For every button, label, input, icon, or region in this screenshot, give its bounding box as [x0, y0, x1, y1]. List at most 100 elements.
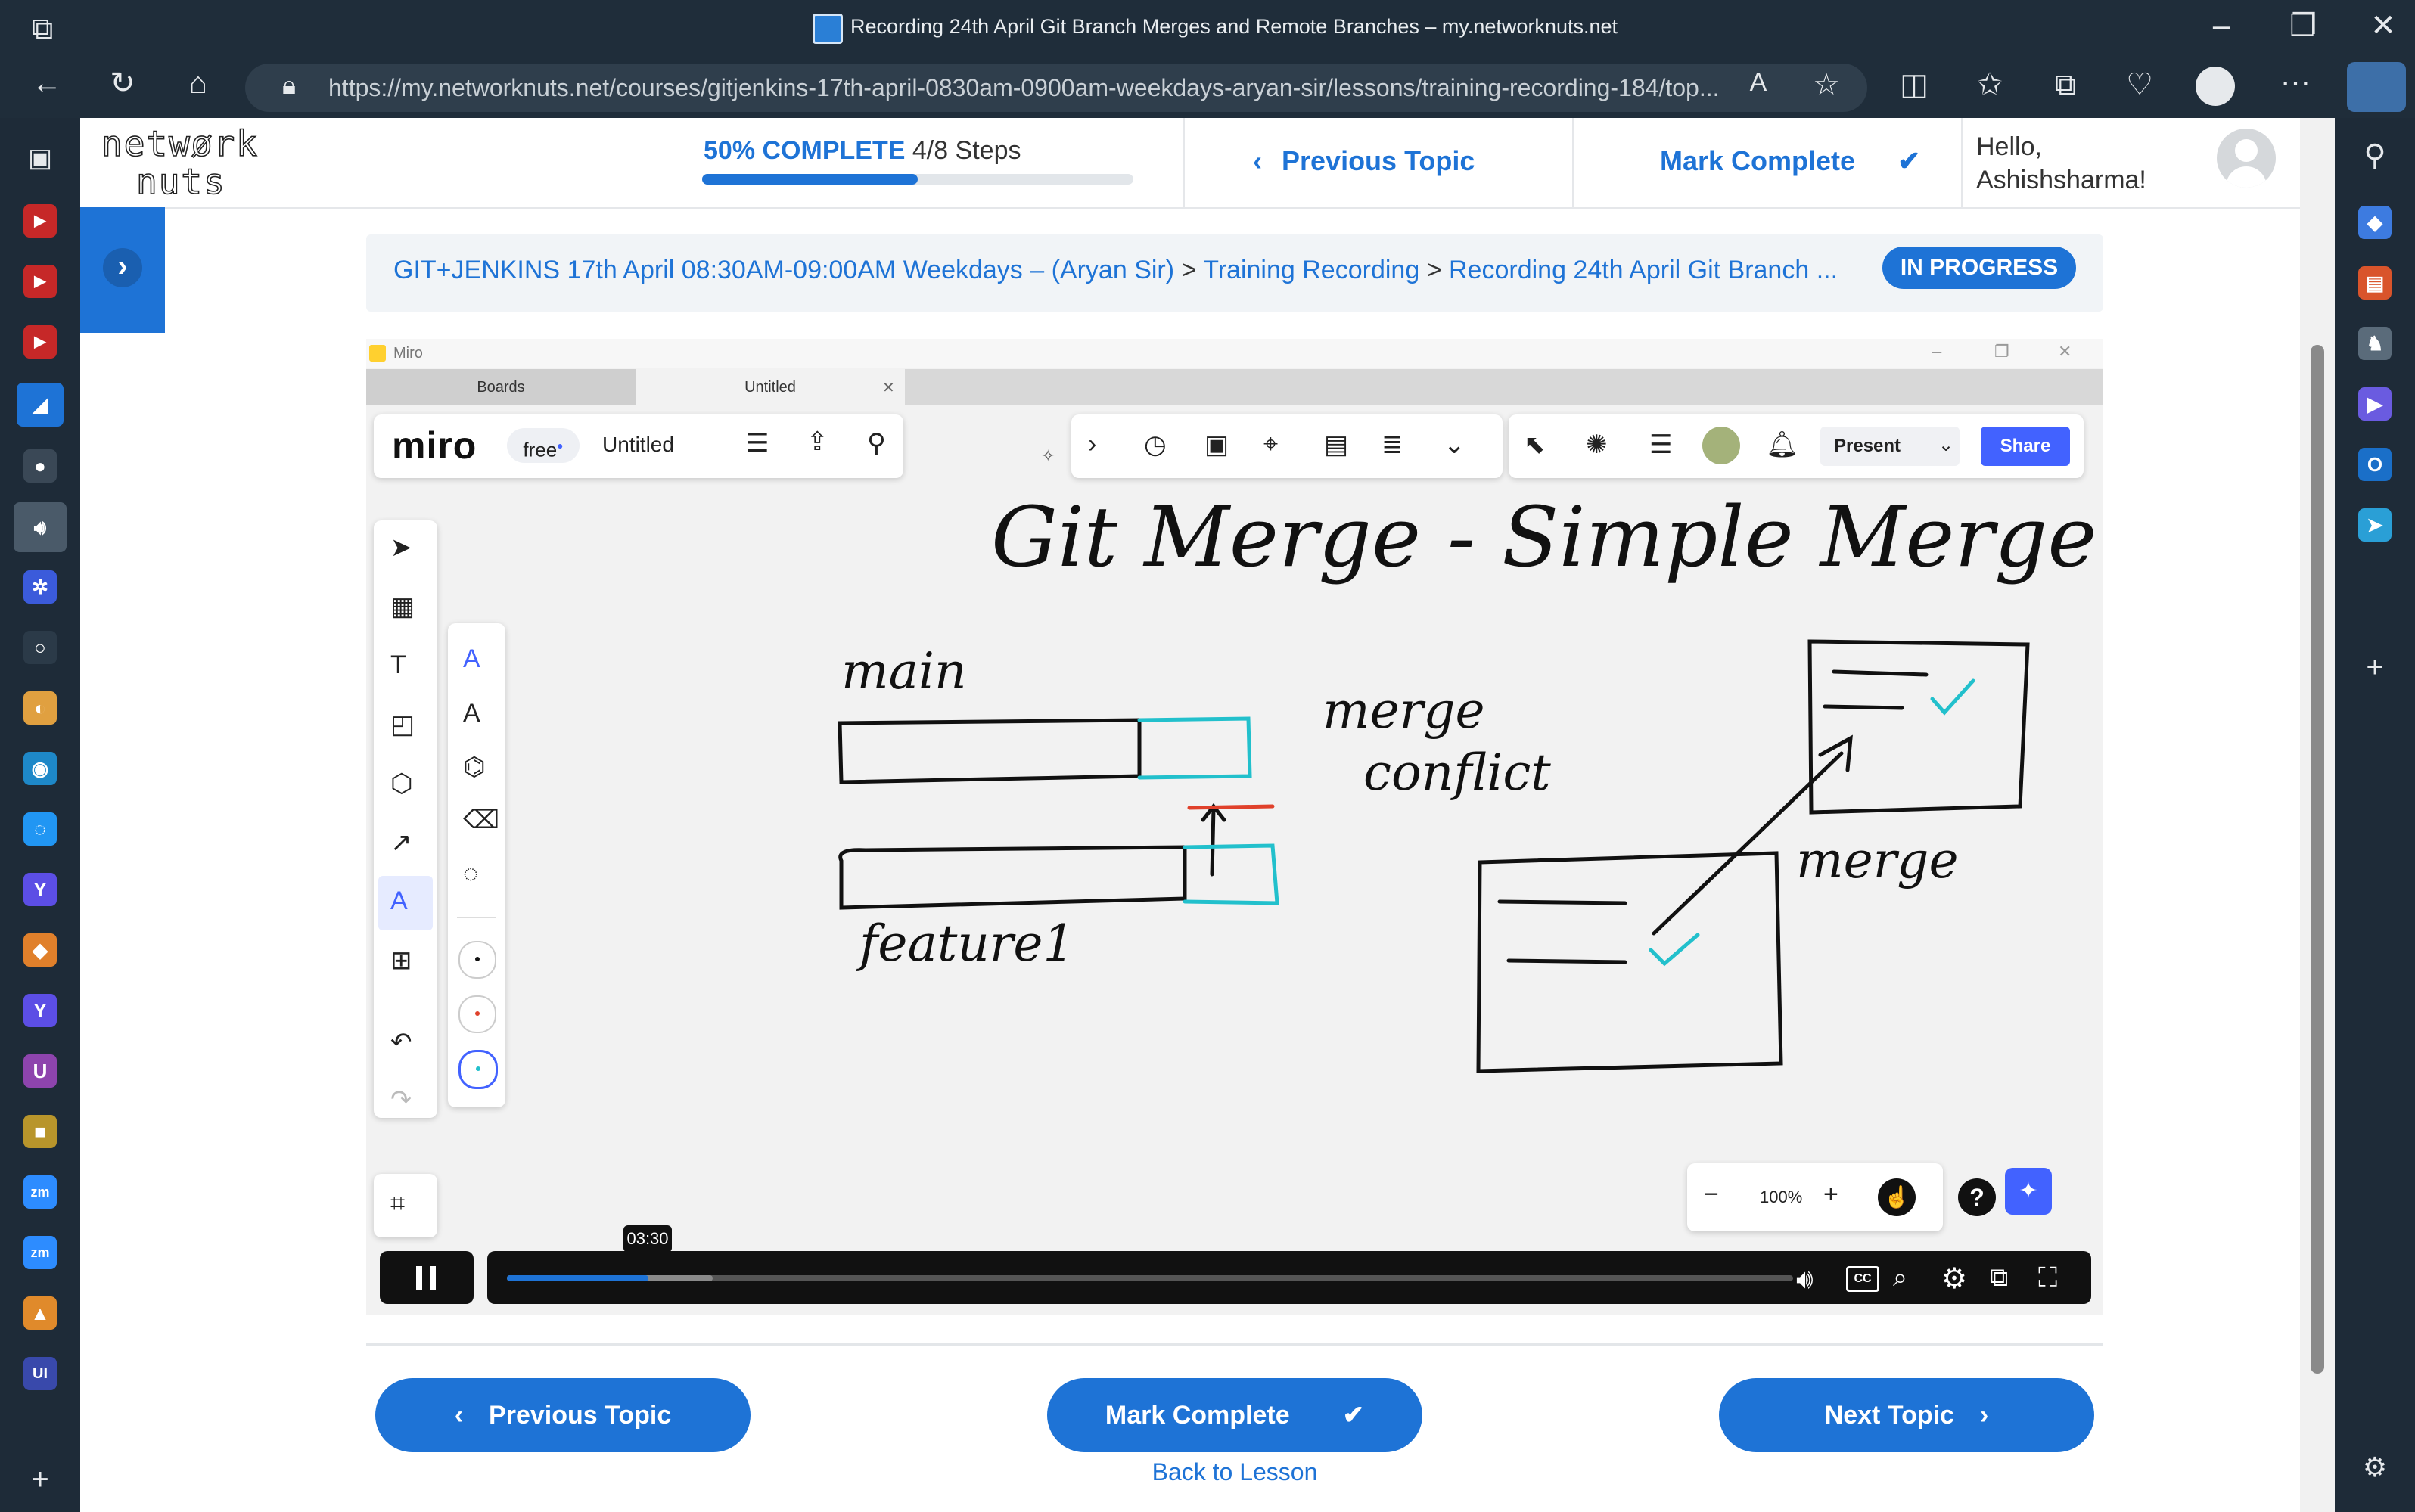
youtube-tab-icon[interactable]: ▶ — [23, 265, 57, 298]
zoom-tab-icon[interactable]: zm — [23, 1175, 57, 1209]
refresh-icon[interactable]: ↻ — [101, 68, 144, 98]
video-seek-bar[interactable] — [507, 1275, 1793, 1281]
volume-icon[interactable]: 🔊︎ — [1796, 1263, 1814, 1296]
outlook-icon[interactable]: O — [2358, 448, 2392, 481]
svg-text:nuts: nuts — [136, 161, 226, 200]
seek-bar-played — [507, 1275, 648, 1281]
footer-mark-complete-button[interactable]: Mark Complete ✔ — [1047, 1378, 1422, 1452]
lesson-video-player[interactable]: Miro – ❐ ✕ Boards Untitled ✕ miro free● … — [366, 339, 2103, 1315]
kubernetes-tab-icon[interactable]: ✲ — [23, 570, 57, 604]
user-greeting: Hello, Ashishsharma! — [1976, 130, 2146, 197]
copilot-icon[interactable] — [2347, 62, 2406, 112]
header-mark-complete-button[interactable]: Mark Complete ✔ — [1660, 145, 1920, 177]
breadcrumb-trail: GIT+JENKINS 17th April 08:30AM-09:00AM W… — [393, 256, 1838, 285]
youtube-tab-icon[interactable]: ▶ — [23, 204, 57, 238]
content-divider — [366, 1343, 2103, 1346]
zoom-tab-icon[interactable]: zm — [23, 1236, 57, 1269]
footer-next-topic-label: Next Topic — [1824, 1401, 1954, 1430]
tab-icon[interactable]: U — [23, 1054, 57, 1088]
games-icon[interactable]: ♞ — [2358, 327, 2392, 360]
settings-icon[interactable]: ⚙ — [1941, 1262, 1967, 1296]
help-icon: ? — [1958, 1178, 1996, 1216]
feature-branch-label: feature1 — [856, 914, 1074, 973]
audio-tab-icon[interactable]: 🔊︎ — [14, 502, 67, 552]
github-tab-icon[interactable]: ● — [23, 449, 57, 483]
restore-window-icon[interactable]: ❐ — [2282, 11, 2324, 41]
breadcrumb-separator: > — [1426, 256, 1442, 284]
breadcrumb-course-link[interactable]: GIT+JENKINS 17th April 08:30AM-09:00AM W… — [393, 256, 1174, 284]
footer-previous-topic-label: Previous Topic — [489, 1401, 672, 1430]
user-avatar[interactable] — [2217, 129, 2276, 188]
back-to-lesson-link[interactable]: Back to Lesson — [1047, 1458, 1422, 1486]
transcript-icon[interactable]: ⌕ — [1893, 1263, 1907, 1293]
frames-icon: ⌗ — [390, 1189, 406, 1218]
shopping-icon[interactable]: ◆ — [2358, 206, 2392, 239]
checkmark-icon: ✔ — [1342, 1401, 1365, 1430]
tab-icon[interactable]: ○ — [23, 631, 57, 664]
tab-panel-icon[interactable]: ▣ — [19, 145, 61, 171]
arrow-shaft — [1210, 806, 1216, 877]
tab-icon[interactable]: ■ — [23, 1115, 57, 1148]
favorites-icon[interactable]: ✩ — [1969, 70, 2011, 100]
minimize-window-icon[interactable]: – — [2200, 11, 2242, 41]
profile-avatar[interactable] — [2196, 67, 2235, 106]
tab-icon[interactable]: ◐ — [23, 691, 57, 725]
browser-essentials-icon[interactable]: ♡ — [2118, 70, 2161, 100]
breadcrumb-topic-link[interactable]: Recording 24th April Git Branch ... — [1449, 256, 1838, 284]
merge-conflict-label-2: conflict — [1363, 744, 1551, 802]
board-title-text: Git Merge - Simple Merge — [991, 489, 2096, 585]
captions-icon[interactable]: CC — [1846, 1266, 1879, 1292]
add-sidebar-app-icon[interactable]: + — [2354, 652, 2396, 682]
fullscreen-icon[interactable]: ⛶ — [2038, 1262, 2057, 1294]
lock-icon[interactable]: 🔒︎ — [268, 73, 310, 98]
copilot-sidebar-icon[interactable]: ▶ — [2358, 387, 2392, 421]
url-text[interactable]: https://my.networknuts.net/courses/gitje… — [328, 74, 1720, 102]
footer-previous-topic-button[interactable]: ‹ Previous Topic — [375, 1378, 751, 1452]
settings-gear-icon[interactable]: ⚙ — [2354, 1454, 2396, 1481]
tab-icon[interactable]: ◆ — [23, 933, 57, 967]
feature-checkmark — [1649, 933, 1700, 967]
telegram-icon[interactable]: ➤ — [2358, 508, 2392, 542]
scrollbar-thumb[interactable] — [2311, 345, 2324, 1374]
terraform-tab-icon[interactable]: Y — [23, 873, 57, 906]
frames-panel: ⌗ — [374, 1174, 437, 1237]
tab-icon[interactable]: ▲ — [23, 1296, 57, 1330]
feature-new-commit-segment — [1183, 843, 1279, 905]
search-icon[interactable]: ⚲ — [2354, 141, 2396, 171]
active-tab-icon[interactable]: ◢ — [17, 383, 64, 427]
favorite-star-icon[interactable]: ☆ — [1805, 70, 1848, 100]
tab-icon[interactable]: ◌ — [23, 812, 57, 846]
progress-steps: 4/8 Steps — [912, 136, 1021, 165]
home-icon[interactable]: ⌂ — [177, 68, 219, 98]
page-scrollbar[interactable] — [2300, 118, 2335, 1512]
tools-icon[interactable]: ▤ — [2358, 266, 2392, 300]
tab-icon[interactable]: UI — [23, 1357, 57, 1390]
back-icon[interactable]: ← — [26, 68, 68, 98]
breadcrumb-separator: > — [1181, 256, 1197, 284]
vertical-tabs-sidebar: ▣ ▶ ▶ ▶ ◢ ● 🔊︎ ✲ ○ ◐ ◉ ◌ Y ◆ Y U ■ zm zm… — [0, 118, 80, 1512]
read-aloud-icon[interactable]: A — [1737, 70, 1779, 95]
tab-title[interactable]: Recording 24th April Git Branch Merges a… — [850, 15, 1618, 39]
tab-actions-icon[interactable]: ⧉ — [21, 14, 64, 44]
merge-conflict-label-1: merge — [1322, 681, 1485, 740]
sidebar-toggle-button[interactable]: › — [80, 207, 165, 333]
browser-title-bar: ⧉ Recording 24th April Git Branch Merges… — [0, 0, 2415, 57]
youtube-tab-icon[interactable]: ▶ — [23, 325, 57, 359]
footer-next-topic-button[interactable]: Next Topic › — [1719, 1378, 2094, 1452]
breadcrumb-lesson-link[interactable]: Training Recording — [1203, 256, 1419, 284]
close-window-icon[interactable]: ✕ — [2362, 11, 2404, 41]
split-screen-icon[interactable]: ◫ — [1893, 70, 1935, 100]
header-previous-topic-link[interactable]: ‹ Previous Topic — [1253, 145, 1475, 177]
picture-in-picture-icon[interactable]: ⧉ — [1990, 1263, 2008, 1293]
more-options-icon[interactable]: ⋯ — [2274, 68, 2317, 98]
collections-icon[interactable]: ⧉ — [2044, 70, 2087, 100]
header-mark-complete-label: Mark Complete — [1660, 145, 1856, 176]
new-tab-icon[interactable]: + — [19, 1464, 61, 1495]
tab-icon[interactable]: ◉ — [23, 752, 57, 785]
zoom-in-icon: + — [1823, 1180, 1838, 1209]
terraform-tab-icon[interactable]: Y — [23, 994, 57, 1027]
video-pause-button[interactable] — [380, 1251, 474, 1304]
site-favicon-icon — [813, 14, 843, 44]
network-nuts-logo[interactable]: netwørk nuts — [98, 123, 265, 203]
header-divider — [1961, 118, 1963, 207]
